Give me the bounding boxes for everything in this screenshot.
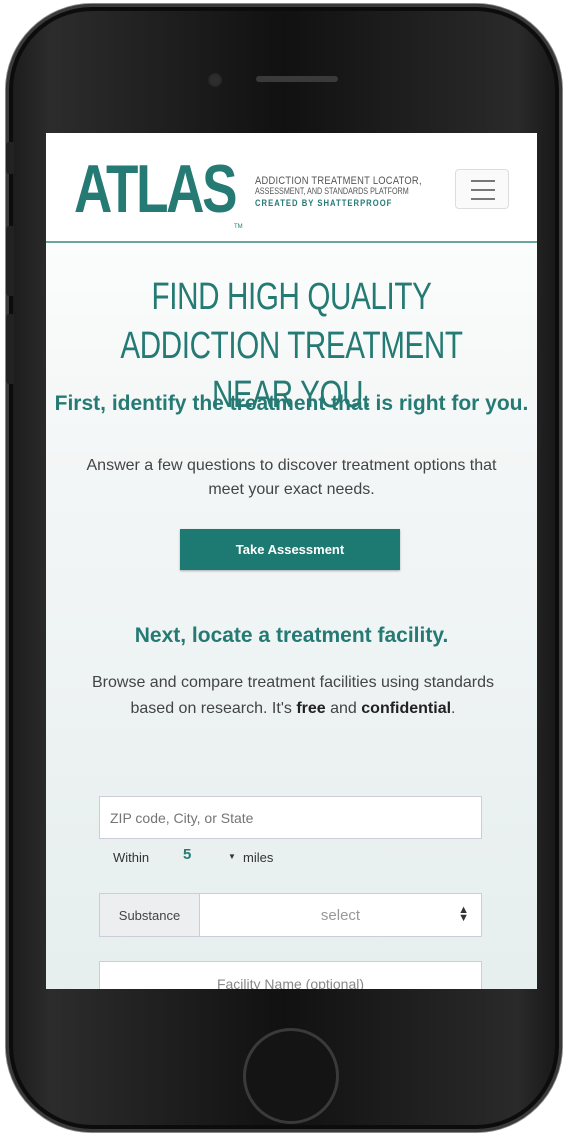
home-button[interactable] [243, 1028, 339, 1124]
take-assessment-button[interactable]: Take Assessment [180, 529, 400, 570]
within-label: Within [113, 850, 150, 865]
step1-title: First, identify the treatment that is ri… [54, 392, 529, 415]
location-search-input[interactable] [99, 796, 482, 839]
silent-switch [6, 142, 14, 174]
distance-select[interactable]: 5 [183, 846, 191, 863]
substance-select-value: select [320, 906, 361, 924]
tagline-line-3: CREATED BY SHATTERPROOF [255, 197, 393, 208]
site-header: ATLAS TM ADDICTION TREATMENT LOCATOR, AS… [46, 133, 537, 243]
substance-select[interactable]: select ▲ ▼ [200, 894, 481, 936]
step2-desc-end: . [451, 700, 456, 717]
hamburger-icon-bar [471, 180, 495, 182]
hamburger-menu-button[interactable] [455, 169, 509, 209]
logo-tagline: ADDICTION TREATMENT LOCATOR, ASSESSMENT,… [255, 175, 451, 209]
step2-title: Next, locate a treatment facility. [134, 624, 449, 647]
atlas-logo[interactable]: ATLAS [74, 155, 237, 223]
earpiece-speaker [256, 76, 338, 82]
volume-up-button [6, 226, 14, 296]
chevron-down-icon[interactable]: ▼ [228, 852, 236, 861]
substance-label: Substance [100, 894, 200, 936]
phone-screen: ATLAS TM ADDICTION TREATMENT LOCATOR, AS… [46, 133, 537, 989]
miles-label: miles [243, 850, 274, 865]
trademark-mark: TM [234, 224, 243, 230]
step2-description: Browse and compare treatment facilities … [88, 670, 498, 722]
confidential-emphasis: confidential [361, 700, 452, 717]
facility-name-input[interactable]: Facility Name (optional) [99, 961, 482, 989]
front-camera [207, 72, 223, 88]
select-caret-icon: ▲ ▼ [458, 904, 469, 924]
volume-down-button [6, 314, 14, 384]
hamburger-icon-bar [471, 198, 495, 200]
hamburger-icon-bar [471, 189, 495, 191]
step2-desc-and: and [325, 700, 362, 717]
step1-description: Answer a few questions to discover treat… [86, 457, 497, 498]
free-emphasis: free [296, 700, 326, 717]
substance-select-group: Substance select ▲ ▼ [99, 893, 482, 937]
tagline-line-2: ASSESSMENT, AND STANDARDS PLATFORM [255, 186, 409, 197]
